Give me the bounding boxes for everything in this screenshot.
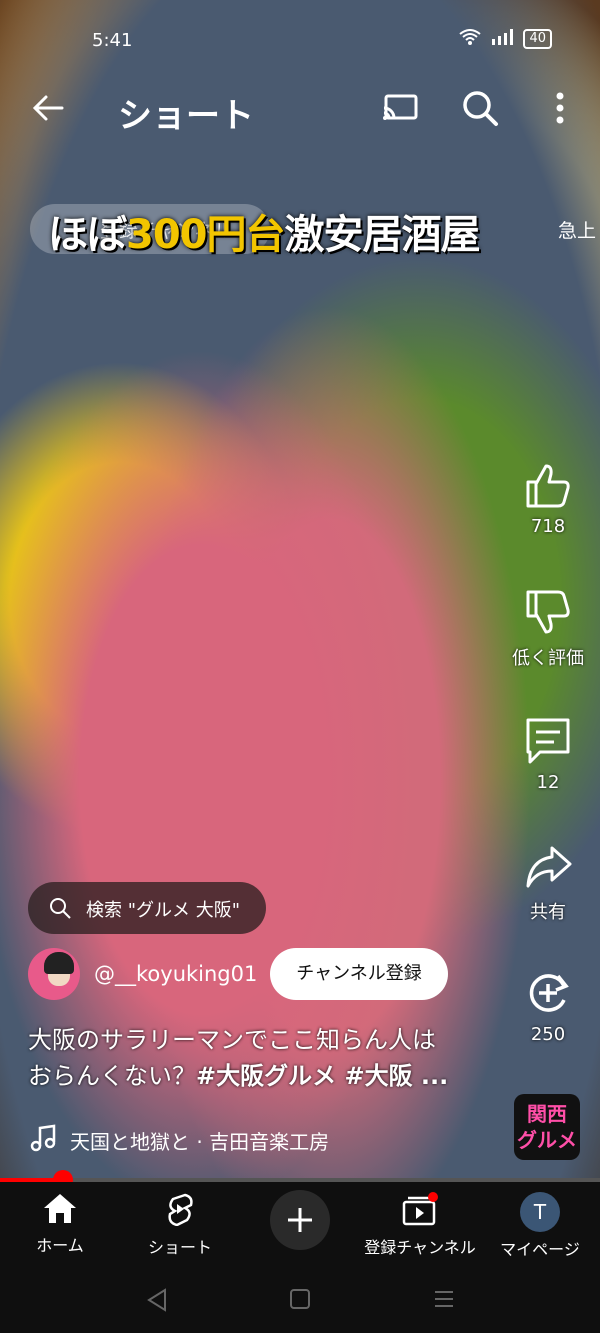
channel-avatar[interactable] [28, 948, 80, 1000]
system-back-icon[interactable] [146, 1288, 168, 1312]
sound-thumbnail[interactable]: 関西 グルメ [514, 1094, 580, 1160]
nav-home[interactable]: ホーム [0, 1192, 120, 1256]
subscriptions-icon [402, 1192, 438, 1226]
system-navigation-bar [0, 1268, 600, 1333]
nav-subscriptions[interactable]: 登録チャンネル [360, 1192, 480, 1258]
shorts-icon [168, 1193, 193, 1227]
remix-button[interactable]: 250 [506, 968, 590, 1045]
related-search-chip[interactable]: 検索 "グルメ 大阪" [28, 882, 266, 934]
status-time: 5:41 [92, 30, 133, 51]
share-icon [526, 846, 572, 888]
search-icon [50, 898, 71, 919]
music-track: 天国と地獄と · 吉田音楽工房 [70, 1130, 330, 1154]
nav-profile[interactable]: T マイページ [480, 1192, 600, 1260]
remix-count: 250 [530, 1024, 566, 1045]
channel-handle[interactable]: @__koyuking01 [94, 962, 257, 986]
page-title: ショート [118, 96, 254, 136]
remix-icon [529, 974, 569, 1012]
create-button[interactable] [270, 1190, 330, 1250]
share-button[interactable]: 共有 [506, 842, 590, 924]
system-home-icon[interactable] [289, 1288, 311, 1310]
home-icon [44, 1194, 76, 1223]
bottom-nav: ホーム ショート 登録チャンネル T マイページ [0, 1182, 600, 1268]
comment-count: 12 [536, 772, 560, 793]
music-row[interactable]: 天国と地獄と · 吉田音楽工房 [30, 1122, 470, 1154]
profile-avatar: T [520, 1192, 560, 1232]
thumbs-down-icon [526, 590, 570, 634]
share-label: 共有 [530, 902, 566, 923]
comments-button[interactable]: 12 [506, 716, 590, 793]
more-options-icon[interactable] [548, 88, 572, 128]
music-note-icon [30, 1124, 56, 1152]
status-icons: 40 [459, 29, 552, 49]
nav-shorts[interactable]: ショート [120, 1192, 240, 1258]
wifi-icon [459, 29, 482, 49]
subscribe-button[interactable]: チャンネル登録 [270, 948, 448, 1000]
dislike-button[interactable]: 低く評価 [506, 588, 590, 670]
plus-icon [288, 1208, 312, 1232]
back-arrow-icon[interactable] [28, 88, 68, 128]
thumbs-up-icon [526, 464, 570, 508]
comment-icon [526, 718, 570, 764]
like-count: 718 [530, 516, 566, 537]
battery-indicator: 40 [523, 29, 552, 49]
channel-row: @__koyuking01 チャンネル登録 [28, 948, 498, 1002]
video-text-overlay: 登録チャンネル ほぼ300円台激安居酒屋 急上 [30, 200, 600, 258]
search-icon[interactable] [460, 88, 500, 128]
caption-line-2: おらんくない？#大阪グルメ #大阪 ... [28, 1062, 449, 1090]
cast-icon[interactable] [380, 90, 420, 126]
video-title-overlay: ほぼ300円台激安居酒屋 [48, 212, 481, 258]
video-caption[interactable]: 大阪のサラリーマンでここ知らん人は おらんくない？#大阪グルメ #大阪 ... [28, 1022, 488, 1094]
system-recents-icon[interactable] [433, 1288, 455, 1310]
top-bar: ショート [0, 80, 600, 136]
caption-hashtags[interactable]: #大阪グルメ #大阪 ... [196, 1062, 448, 1090]
signal-icon [491, 29, 514, 49]
related-search-text: 検索 "グルメ 大阪" [86, 900, 241, 921]
like-button[interactable]: 718 [506, 460, 590, 537]
dislike-label: 低く評価 [512, 648, 584, 669]
status-bar: 5:41 40 [0, 0, 600, 80]
caption-line-1: 大阪のサラリーマンでここ知らん人は [28, 1026, 436, 1054]
banner-trending-chip: 急上 [558, 220, 597, 242]
